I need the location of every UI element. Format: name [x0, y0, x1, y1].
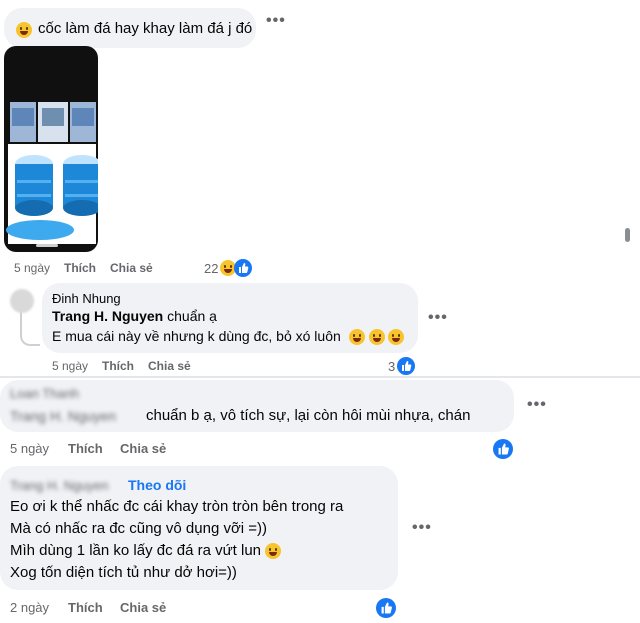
comment-image[interactable] — [4, 46, 98, 252]
laugh-emoji-icon — [388, 329, 405, 346]
scrollbar-track[interactable] — [621, 0, 640, 380]
share-button[interactable]: Chia sẻ — [110, 261, 153, 275]
comment-line-3-text: Mìh dùng 1 lần ko lấy đc đá ra vứt lun — [10, 542, 262, 559]
sad-emoji-icon — [265, 543, 282, 560]
comment-line-3: Mìh dùng 1 lần ko lấy đc đá ra vứt lun — [10, 542, 282, 560]
more-options-button[interactable]: ••• — [527, 396, 547, 414]
comment-text: cốc làm đá hay khay làm đá j đó — [38, 20, 253, 37]
comment-line-4: Xog tốn diện tích tủ như dở hơi=)) — [10, 564, 237, 581]
reply-line2: E mua cái này về nhưng k dùng đc, bỏ xó … — [52, 328, 405, 346]
share-button[interactable]: Chia sẻ — [148, 359, 191, 373]
ice-tray-product-image — [6, 102, 98, 247]
like-reaction-icon — [376, 598, 396, 618]
reply-bubble: Đinh Nhung Trang H. Nguyen chuẩn ạ E mua… — [42, 283, 418, 353]
reply-time[interactable]: 5 ngày — [52, 359, 88, 373]
avatar[interactable] — [10, 289, 34, 313]
like-reaction-icon — [397, 357, 415, 375]
like-button[interactable]: Thích — [68, 441, 103, 456]
comment-bubble: cốc làm đá hay khay làm đá j đó — [4, 8, 256, 48]
comment-author[interactable]: Loan Thanh — [10, 386, 79, 401]
laugh-emoji-icon — [348, 329, 365, 346]
comment-time[interactable]: 2 ngày — [10, 600, 49, 615]
reply-line2-text: E mua cái này về nhưng k dùng đc, bỏ xó … — [52, 328, 341, 344]
share-button[interactable]: Chia sẻ — [120, 600, 166, 615]
comment-time[interactable]: 5 ngày — [14, 261, 50, 275]
comment-text: chuẩn b ạ, vô tích sự, lại còn hôi mùi n… — [146, 407, 471, 424]
section-divider — [0, 376, 640, 378]
follow-button[interactable]: Theo dõi — [128, 477, 186, 493]
like-button[interactable]: Thích — [68, 600, 103, 615]
like-reaction-icon — [234, 259, 252, 277]
reply-line1: Trang H. Nguyen chuẩn ạ — [52, 308, 217, 324]
reaction-count[interactable]: 3 — [388, 359, 395, 374]
more-options-button[interactable]: ••• — [266, 12, 286, 30]
scrollbar-thumb[interactable] — [625, 228, 630, 242]
reply-author[interactable]: Đinh Nhung — [52, 291, 121, 306]
like-button[interactable]: Thích — [64, 261, 96, 275]
mention-link[interactable]: Trang H. Nguyen — [52, 308, 163, 324]
share-button[interactable]: Chia sẻ — [120, 441, 166, 456]
like-reaction-icon — [493, 439, 513, 459]
smile-emoji-icon — [16, 21, 32, 38]
laugh-emoji-icon — [368, 329, 385, 346]
reaction-count[interactable]: 22 — [204, 261, 218, 276]
comment-author[interactable]: Trang H. Nguyen — [10, 478, 109, 493]
mention-link[interactable]: Trang H. Nguyen — [10, 408, 116, 424]
like-button[interactable]: Thích — [102, 359, 134, 373]
comment-time[interactable]: 5 ngày — [10, 441, 49, 456]
comment-bubble: Trang H. Nguyen Theo dõi Eo ơi k thể nhấ… — [0, 466, 398, 590]
more-options-button[interactable]: ••• — [428, 309, 448, 327]
more-options-button[interactable]: ••• — [412, 519, 432, 537]
thread-line — [20, 308, 40, 346]
comment-line-1: Eo ơi k thể nhấc đc cái khay tròn tròn b… — [10, 498, 344, 515]
reply-line1-text: chuẩn ạ — [163, 308, 217, 324]
comment-bubble: Loan Thanh Trang H. Nguyen chuẩn b ạ, vô… — [0, 380, 514, 432]
comment-line-2: Mà có nhấc ra đc cũng vô dụng vỡi =)) — [10, 520, 268, 537]
